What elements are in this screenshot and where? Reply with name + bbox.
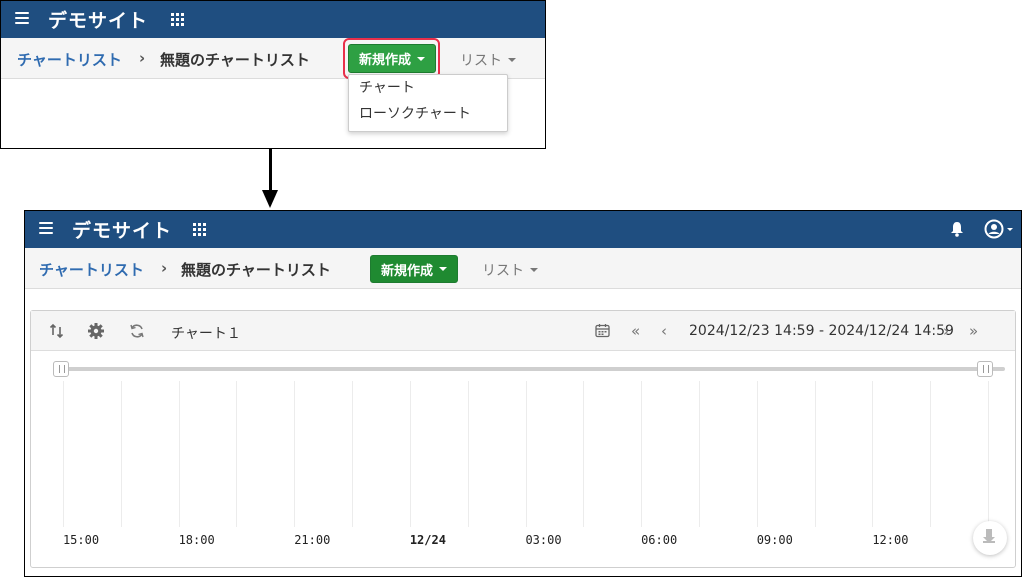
first-page-button[interactable]: « [631, 322, 640, 340]
x-axis-tick-label: 12:00 [872, 533, 909, 547]
range-slider-left-handle[interactable] [53, 361, 69, 377]
last-page-button[interactable]: » [969, 322, 978, 340]
x-axis-tick-label: 09:00 [756, 533, 793, 547]
after-screenshot: デモサイト チャートリスト › 無題のチャートリスト 新規作成 リスト チャート… [24, 210, 1022, 577]
chart-gridline [641, 381, 643, 527]
x-axis-tick-label: 12/24 [409, 533, 446, 547]
x-axis-tick-label: 03:00 [525, 533, 562, 547]
chart-gridline [178, 381, 180, 527]
site-title[interactable]: デモサイト [48, 6, 148, 33]
chart-plot-area [63, 381, 989, 527]
breadcrumb-root-link[interactable]: チャートリスト [17, 49, 122, 70]
caret-down-icon [530, 268, 538, 272]
apps-grid-icon[interactable] [171, 13, 184, 26]
chart-gridline [814, 381, 816, 527]
refresh-icon[interactable] [129, 323, 145, 339]
caret-down-icon [508, 58, 516, 62]
breadcrumb-bar: チャートリスト › 無題のチャートリスト 新規作成 リスト [25, 248, 1021, 289]
menu-icon[interactable] [15, 12, 29, 24]
chart-gridline [583, 381, 585, 527]
chart-title: チャート１ [171, 326, 241, 342]
chart-gridline [872, 381, 874, 527]
chart-gridline [294, 381, 296, 527]
gear-icon[interactable] [87, 322, 105, 340]
new-create-label: 新規作成 [381, 263, 434, 279]
new-create-dropdown-menu: チャート ローソクチャート [348, 74, 508, 132]
next-page-button[interactable]: › [943, 322, 949, 340]
apps-grid-icon[interactable] [193, 223, 206, 236]
before-screenshot: デモサイト チャートリスト › 無題のチャートリスト 新規作成 リスト チャート… [0, 0, 546, 149]
x-axis-tick-label: 15:00 [62, 533, 100, 547]
chart-gridline [63, 381, 64, 527]
chart-gridline [409, 381, 411, 527]
transition-arrow-head [262, 190, 278, 208]
calendar-icon[interactable] [595, 323, 610, 338]
chart-panel-header: チャート１ « ‹ 2024/12/23 14:59 - 2024/12/24 … [31, 311, 1015, 351]
page-title: 無題のチャートリスト [181, 261, 331, 279]
bell-icon[interactable] [950, 221, 964, 237]
chart-panel: チャート１ « ‹ 2024/12/23 14:59 - 2024/12/24 … [30, 310, 1016, 568]
list-label: リスト [460, 53, 502, 69]
page-title: 無題のチャートリスト [160, 51, 310, 69]
range-slider-right-handle[interactable] [977, 361, 993, 377]
list-dropdown-button[interactable]: リスト [460, 50, 516, 70]
chart-gridline [525, 381, 527, 527]
menu-item-candlestick-chart[interactable]: ローソクチャート [349, 101, 507, 127]
sort-arrows-icon[interactable] [49, 323, 65, 339]
site-title[interactable]: デモサイト [72, 216, 172, 243]
x-axis-tick-label: 21:00 [294, 533, 331, 547]
chart-gridline [756, 381, 758, 527]
breadcrumb-bar: チャートリスト › 無題のチャートリスト 新規作成 リスト [1, 38, 545, 79]
menu-icon[interactable] [39, 222, 53, 234]
chart-gridline [236, 381, 238, 527]
chart-gridline [120, 381, 122, 527]
list-label: リスト [482, 263, 524, 279]
chart-gridline [930, 381, 932, 527]
new-create-label: 新規作成 [359, 53, 412, 68]
menu-item-chart[interactable]: チャート [349, 75, 507, 101]
x-axis-tick-label: 18:00 [178, 533, 215, 547]
caret-down-icon [417, 56, 426, 61]
date-range-text[interactable]: 2024/12/23 14:59 - 2024/12/24 14:59 [689, 323, 954, 339]
transition-arrow [269, 149, 272, 193]
range-slider-track[interactable] [61, 367, 1005, 371]
chart-gridline [467, 381, 469, 527]
chart-gridline [988, 381, 989, 527]
breadcrumb-separator: › [161, 259, 168, 277]
user-account-icon[interactable] [984, 219, 1016, 239]
caret-down-icon [439, 267, 448, 271]
x-axis-tick-label: 06:00 [641, 533, 678, 547]
breadcrumb-root-link[interactable]: チャートリスト [39, 259, 144, 280]
list-dropdown-button[interactable]: リスト [482, 260, 538, 280]
new-create-button[interactable]: 新規作成 [348, 44, 437, 73]
top-navbar: デモサイト [1, 1, 545, 38]
breadcrumb-separator: › [139, 49, 146, 67]
chart-gridline [352, 381, 354, 527]
chart-gridline [698, 381, 700, 527]
prev-page-button[interactable]: ‹ [661, 322, 667, 340]
top-navbar: デモサイト [25, 211, 1021, 248]
new-create-button[interactable]: 新規作成 [370, 255, 459, 283]
download-icon[interactable] [973, 521, 1007, 555]
